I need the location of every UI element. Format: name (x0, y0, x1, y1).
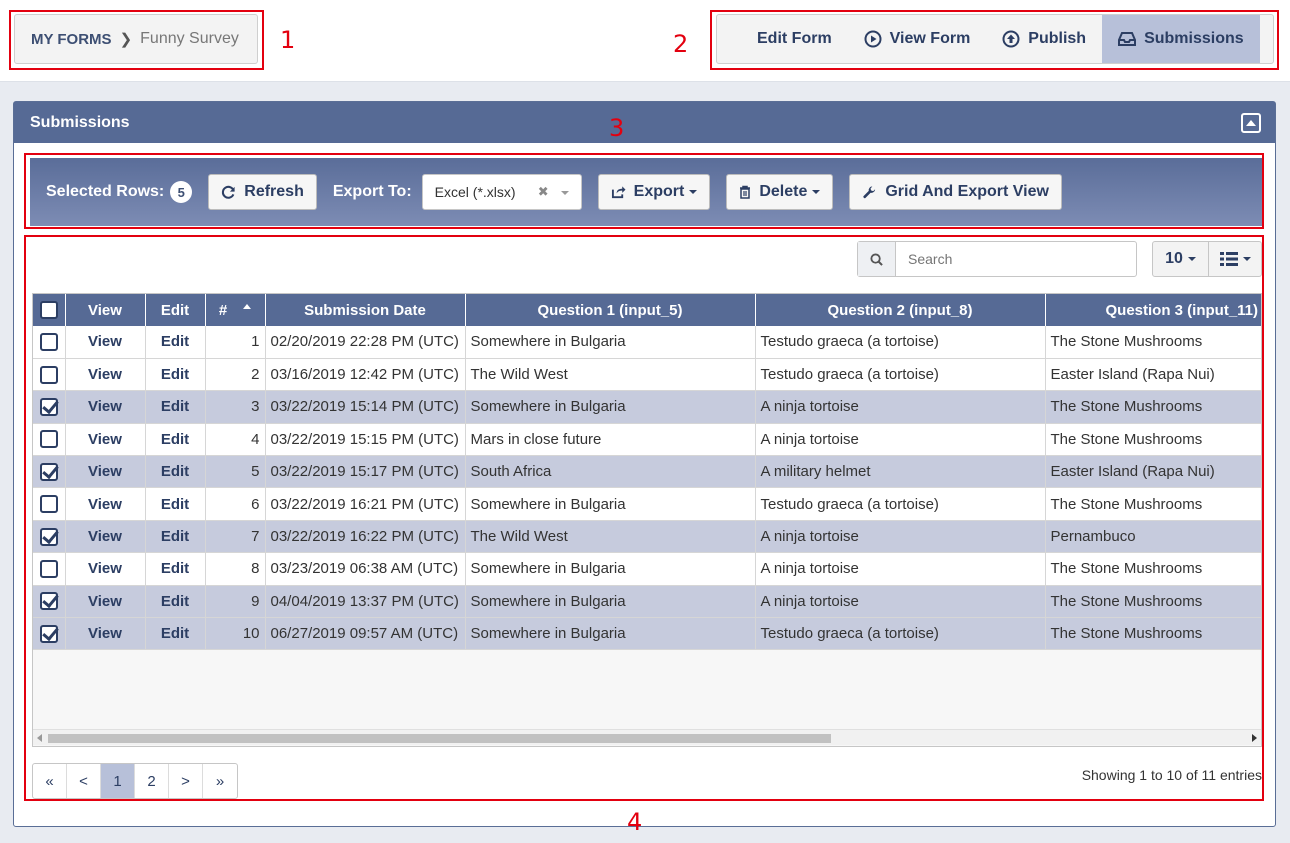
callout-number-4: 4 (627, 808, 643, 836)
callout-number-2: 2 (673, 30, 689, 58)
chevron-up-icon (1246, 120, 1256, 126)
callout-box-3 (24, 153, 1264, 229)
callout-box-1 (9, 10, 264, 70)
panel-title: Submissions (30, 113, 130, 131)
panel-header: Submissions (14, 102, 1275, 143)
callout-box-2 (710, 10, 1279, 70)
callout-number-1: 1 (280, 26, 296, 54)
callout-box-4 (24, 235, 1264, 801)
callout-number-3: 3 (609, 114, 625, 142)
collapse-panel-button[interactable] (1241, 113, 1261, 133)
